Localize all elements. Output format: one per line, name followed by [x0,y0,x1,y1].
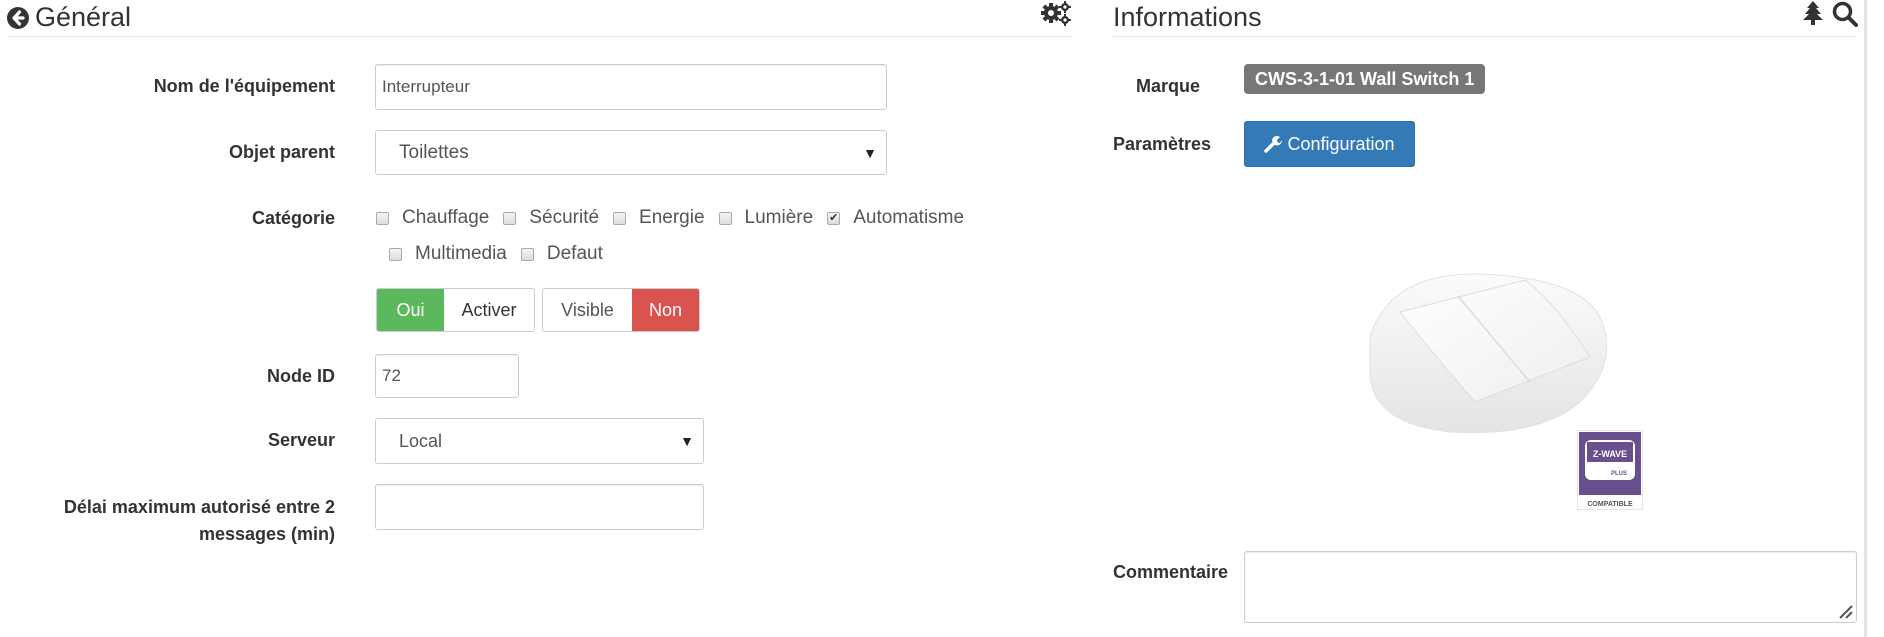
category-lumiere[interactable]: Lumière [718,207,814,229]
category-multimedia[interactable]: Multimedia [389,243,507,265]
category-chauffage[interactable]: Chauffage [376,207,489,229]
name-label: Nom de l'équipement [153,76,335,96]
category-row-2: Multimedia Defaut [389,243,617,265]
server-label: Serveur [267,430,335,450]
delay-input[interactable] [375,484,704,530]
general-title: Général [35,2,132,32]
category-securite[interactable]: Sécurité [503,207,599,229]
checkbox[interactable] [503,211,517,225]
category-label-text: Multimedia [415,243,507,264]
configuration-button[interactable]: Configuration [1244,121,1415,167]
checkbox[interactable] [389,247,402,261]
node-id-value: 72 [382,366,401,385]
checkbox[interactable] [520,247,534,261]
name-input-value: Interrupteur [382,77,470,96]
zwave-brand-text: Z-WAVE [1593,449,1627,459]
parent-select[interactable]: Toilettes ▼ [375,130,887,175]
comment-label: Commentaire [1113,562,1229,582]
server-select-value: Local [399,430,443,451]
checkbox[interactable] [718,211,732,225]
enable-toggle[interactable]: Oui Activer [376,288,535,332]
informations-title: Informations [1113,2,1262,32]
node-id-label: Node ID [266,366,335,386]
delay-label: Délai maximum autorisé entre 2 messages … [64,494,335,548]
caret-down-icon: ▼ [680,433,694,449]
comment-textarea[interactable] [1244,551,1857,623]
parent-label: Objet parent [228,142,335,162]
zwave-plus-badge: Z-WAVE PLUS COMPATIBLE [1576,429,1644,511]
delay-label-line2: messages (min) [198,524,335,544]
category-automatisme[interactable]: ✔ Automatisme [827,207,964,229]
category-row-1: Chauffage Sécurité Energie Lumière ✔ Auto… [376,207,978,229]
delay-label-line1: Délai maximum autorisé entre 2 [63,497,335,517]
parent-select-value: Toilettes [399,141,469,163]
checkbox[interactable] [376,211,389,225]
enable-on-button[interactable]: Oui [377,289,444,331]
wrench-icon [1264,135,1283,153]
caret-down-icon: ▼ [863,144,877,161]
zwave-sub-text: PLUS [1611,471,1627,477]
scrollbar-track[interactable] [1864,0,1867,637]
category-label-text: Lumière [744,207,814,228]
search-icon[interactable] [1832,1,1858,27]
configuration-label: Configuration [1287,133,1395,154]
category-label-text: Automatisme [853,207,965,228]
visible-toggle[interactable]: Visible Non [542,288,700,332]
arrow-circle-left-icon[interactable] [7,6,29,29]
wall-switch-image [1330,252,1630,442]
zwave-footer-text: COMPATIBLE [1587,501,1633,508]
name-input[interactable]: Interrupteur [375,64,887,110]
resize-handle-icon[interactable] [1837,603,1853,619]
enable-label[interactable]: Activer [444,289,534,331]
gears-icon[interactable] [1041,1,1073,27]
params-label: Paramètres [1113,134,1212,154]
category-label-text: Defaut [546,243,603,264]
category-label-text: Energie [639,207,705,228]
tree-icon[interactable] [1802,1,1824,25]
informations-divider [1113,36,1857,37]
node-id-input[interactable]: 72 [375,354,519,398]
category-energie[interactable]: Energie [613,207,705,229]
server-select[interactable]: Local ▼ [375,418,704,464]
category-label-text: Chauffage [402,207,490,228]
category-defaut[interactable]: Defaut [520,243,603,265]
brand-badge: CWS-3-1-01 Wall Switch 1 [1244,64,1486,94]
category-label-text: Sécurité [529,207,600,228]
visible-off-button[interactable]: Non [632,289,699,331]
brand-label: Marque [1136,76,1201,96]
general-header: Général [7,2,131,33]
general-divider [7,36,1073,37]
checkbox[interactable] [613,211,627,225]
visible-label[interactable]: Visible [543,289,632,331]
category-label: Catégorie [251,208,335,228]
checkbox-checked[interactable]: ✔ [827,211,841,225]
